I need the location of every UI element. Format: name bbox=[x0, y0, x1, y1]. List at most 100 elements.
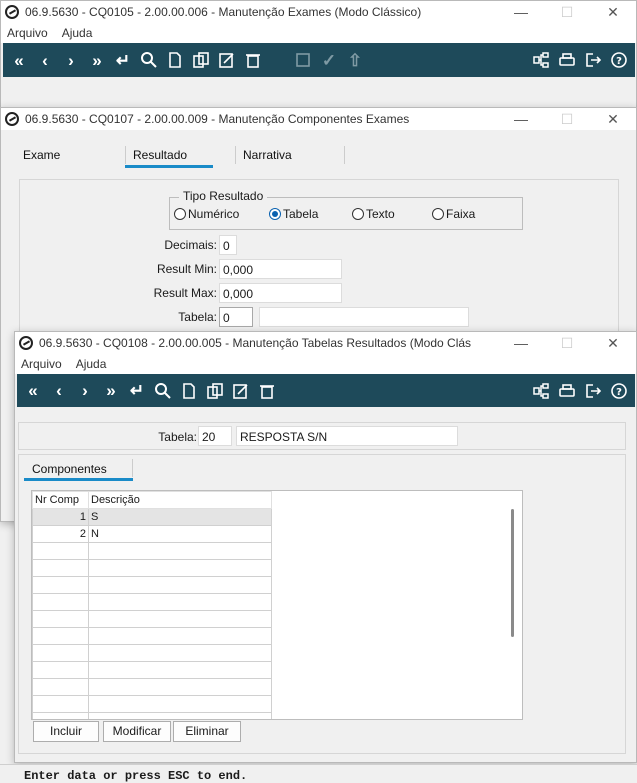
menu-ajuda[interactable]: Ajuda bbox=[62, 26, 93, 40]
tabela-field[interactable]: 0 bbox=[219, 307, 253, 327]
close-icon[interactable]: ✕ bbox=[590, 111, 636, 128]
edit-icon[interactable] bbox=[231, 380, 251, 402]
table-row-empty[interactable] bbox=[32, 593, 272, 611]
last-icon[interactable]: » bbox=[87, 49, 107, 71]
app-logo-icon bbox=[5, 112, 19, 126]
table-row-empty[interactable] bbox=[32, 627, 272, 645]
result-min-field[interactable]: 0,000 bbox=[219, 259, 342, 279]
titlebar[interactable]: 06.9.5630 - CQ0107 - 2.00.00.009 - Manut… bbox=[1, 108, 636, 130]
tabela-label: Tabela: bbox=[178, 310, 217, 324]
tree-icon[interactable] bbox=[531, 49, 551, 71]
tree-icon[interactable] bbox=[531, 380, 551, 402]
radio-tabela[interactable]: Tabela bbox=[269, 207, 318, 221]
check-icon: ✓ bbox=[321, 50, 337, 70]
prev-icon[interactable]: ‹ bbox=[49, 380, 69, 402]
delete-icon[interactable] bbox=[243, 49, 263, 71]
radio-texto[interactable]: Texto bbox=[352, 207, 395, 221]
goto-icon[interactable]: ↵ bbox=[127, 380, 147, 402]
tab-divider bbox=[235, 146, 236, 164]
prev-icon[interactable]: ‹ bbox=[35, 49, 55, 71]
table-row-empty[interactable] bbox=[32, 644, 272, 662]
decimais-label: Decimais: bbox=[164, 238, 217, 252]
last-icon[interactable]: » bbox=[101, 380, 121, 402]
minimize-icon[interactable]: — bbox=[498, 111, 544, 127]
result-max-field[interactable]: 0,000 bbox=[219, 283, 342, 303]
tab-componentes[interactable]: Componentes bbox=[32, 462, 107, 476]
col-nr-comp[interactable]: Nr Comp bbox=[32, 491, 89, 509]
tab-divider bbox=[132, 459, 133, 477]
table-row[interactable]: 2 N bbox=[32, 525, 272, 543]
tab-resultado[interactable]: Resultado bbox=[124, 148, 214, 168]
app-logo-icon bbox=[19, 336, 33, 350]
table-row-empty[interactable] bbox=[32, 695, 272, 713]
table-row-empty[interactable] bbox=[32, 559, 272, 577]
new-icon[interactable] bbox=[165, 49, 185, 71]
cell-nr: 2 bbox=[32, 525, 89, 543]
exit-icon[interactable] bbox=[583, 49, 603, 71]
maximize-icon[interactable]: ☐ bbox=[544, 4, 590, 21]
col-descricao[interactable]: Descrição bbox=[88, 491, 272, 509]
next-icon[interactable]: › bbox=[75, 380, 95, 402]
tab-exame[interactable]: Exame bbox=[23, 148, 60, 162]
new-icon[interactable] bbox=[179, 380, 199, 402]
first-icon[interactable]: « bbox=[9, 49, 29, 71]
incluir-button[interactable]: Incluir bbox=[33, 721, 99, 742]
tab-narrativa[interactable]: Narrativa bbox=[243, 148, 292, 162]
edit-icon[interactable] bbox=[217, 49, 237, 71]
help-icon[interactable]: ? bbox=[609, 380, 629, 402]
titlebar[interactable]: 06.9.5630 - CQ0108 - 2.00.00.005 - Manut… bbox=[15, 332, 636, 354]
modificar-button[interactable]: Modificar bbox=[103, 721, 171, 742]
print-icon[interactable] bbox=[557, 380, 577, 402]
tab-divider bbox=[125, 146, 126, 164]
eliminar-button[interactable]: Eliminar bbox=[173, 721, 241, 742]
maximize-icon[interactable]: ☐ bbox=[544, 335, 590, 352]
table-row-empty[interactable] bbox=[32, 542, 272, 560]
table-row[interactable]: 1 S bbox=[32, 508, 272, 526]
table-row-empty[interactable] bbox=[32, 661, 272, 679]
svg-text:?: ? bbox=[616, 56, 622, 67]
table-row-empty[interactable] bbox=[32, 576, 272, 594]
tipo-resultado-legend: Tipo Resultado bbox=[179, 189, 268, 203]
result-min-label: Result Min: bbox=[156, 262, 217, 276]
search-icon[interactable] bbox=[153, 380, 173, 402]
goto-icon[interactable]: ↵ bbox=[113, 49, 133, 71]
help-icon[interactable]: ? bbox=[609, 49, 629, 71]
exit-icon[interactable] bbox=[583, 380, 603, 402]
close-icon[interactable]: ✕ bbox=[590, 335, 636, 352]
radio-faixa[interactable]: Faixa bbox=[432, 207, 475, 221]
minimize-icon[interactable]: — bbox=[498, 335, 544, 351]
table-row-empty[interactable] bbox=[32, 712, 272, 719]
window-title: 06.9.5630 - CQ0107 - 2.00.00.009 - Manut… bbox=[25, 112, 410, 126]
tabela-code-field[interactable]: 20 bbox=[198, 426, 232, 446]
next-icon[interactable]: › bbox=[61, 49, 81, 71]
copy-icon[interactable] bbox=[205, 380, 225, 402]
titlebar[interactable]: 06.9.5630 - CQ0105 - 2.00.00.006 - Manut… bbox=[1, 1, 636, 23]
menu-arquivo[interactable]: Arquivo bbox=[21, 357, 62, 371]
result-max-label: Result Max: bbox=[153, 286, 217, 300]
table-row-empty[interactable] bbox=[32, 610, 272, 628]
grid-scrollbar[interactable] bbox=[511, 509, 514, 637]
window-title: 06.9.5630 - CQ0108 - 2.00.00.005 - Manut… bbox=[39, 336, 472, 350]
window-cq0105: 06.9.5630 - CQ0105 - 2.00.00.006 - Manut… bbox=[0, 0, 637, 110]
calc-icon bbox=[293, 49, 313, 71]
print-icon[interactable] bbox=[557, 49, 577, 71]
cell-desc: N bbox=[88, 525, 272, 543]
search-icon[interactable] bbox=[139, 49, 159, 71]
close-icon[interactable]: ✕ bbox=[590, 4, 636, 21]
table-row-empty[interactable] bbox=[32, 678, 272, 696]
decimais-field[interactable]: 0 bbox=[219, 235, 237, 255]
status-bar: Enter data or press ESC to end. bbox=[0, 764, 637, 783]
maximize-icon[interactable]: ☐ bbox=[544, 111, 590, 128]
radio-numerico[interactable]: Numérico bbox=[174, 207, 239, 221]
first-icon[interactable]: « bbox=[23, 380, 43, 402]
delete-icon[interactable] bbox=[257, 380, 277, 402]
menu-ajuda[interactable]: Ajuda bbox=[76, 357, 107, 371]
grid-container: Nr Comp Descrição 1 S 2 N bbox=[31, 490, 523, 720]
copy-icon[interactable] bbox=[191, 49, 211, 71]
tab-divider bbox=[344, 146, 345, 164]
minimize-icon[interactable]: — bbox=[498, 4, 544, 20]
grid-header: Nr Comp Descrição bbox=[32, 491, 272, 509]
menu-arquivo[interactable]: Arquivo bbox=[7, 26, 48, 40]
cell-nr: 1 bbox=[32, 508, 89, 526]
menubar: Arquivo Ajuda bbox=[15, 354, 636, 374]
